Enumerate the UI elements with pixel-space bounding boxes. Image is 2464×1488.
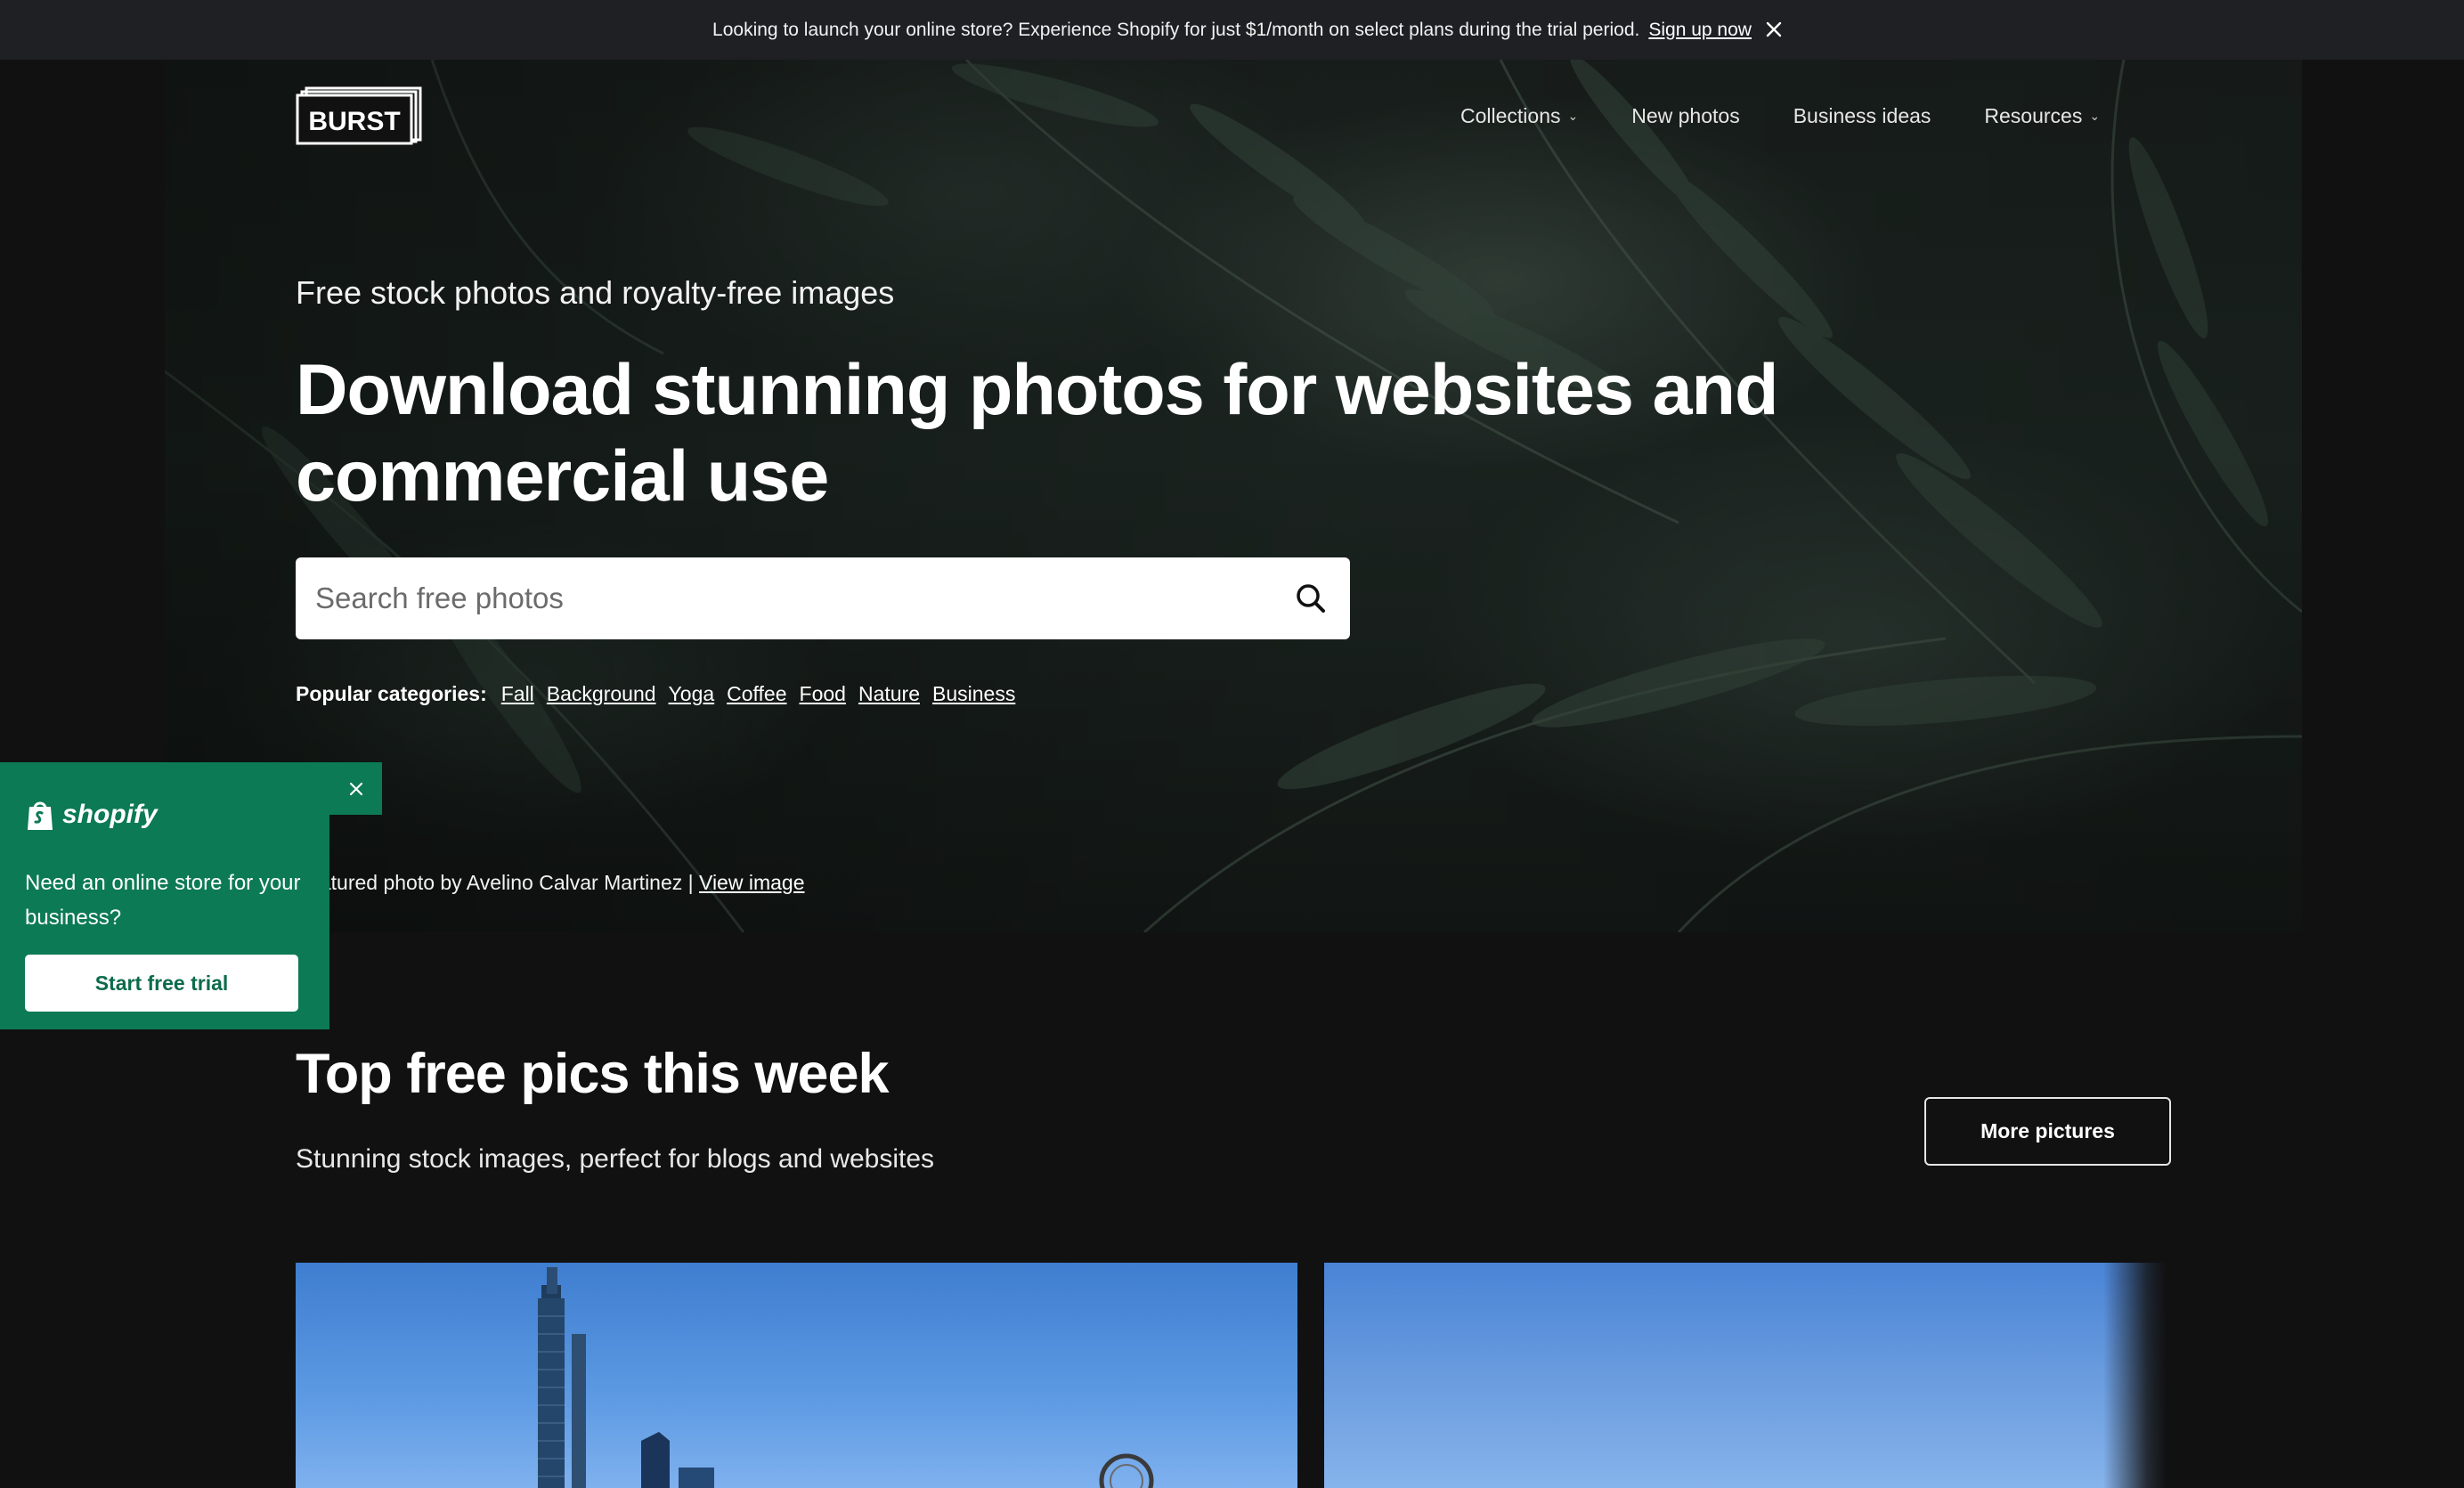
hero-title: Download stunning photos for websites an… [296,350,1778,516]
nav-new-photos-label: New photos [1631,103,1740,127]
shopify-popup-message: Need an online store for your business? [25,871,301,930]
nav-business-ideas[interactable]: Business ideas [1793,104,1931,128]
shopify-popup: shopify Need an online store for your bu… [0,762,329,1029]
photo-thumbnail[interactable] [1324,1263,2166,1488]
search-input[interactable] [313,581,1289,616]
promo-banner-text: Looking to launch your online store? Exp… [712,19,1640,40]
close-icon [349,782,362,795]
chevron-down-icon: ⌄ [1567,108,1579,123]
nav-resources-label: Resources [1984,103,2083,127]
nav-resources[interactable]: Resources ⌄ [1984,104,2100,128]
nav-new-photos[interactable]: New photos [1631,104,1739,128]
category-link-nature[interactable]: Nature [858,682,920,706]
city-skyline-image [538,1267,1154,1488]
category-link-business[interactable]: Business [932,682,1015,706]
photo-edge-shadow [2103,1263,2166,1488]
view-image-link[interactable]: View image [699,871,804,894]
search-bar [296,557,1350,639]
logo-text: BURST [308,107,400,136]
nav-collections-label: Collections [1460,103,1561,127]
photo-thumbnail[interactable] [296,1263,1297,1488]
shopify-popup-close-button[interactable] [329,762,382,815]
burst-logo[interactable]: BURST [296,86,422,145]
search-button[interactable] [1289,577,1332,620]
category-link-background[interactable]: Background [547,682,656,706]
photo-credit: Featured photo by Avelino Calvar Martine… [296,871,805,895]
categories-label: Popular categories: [296,682,487,705]
shopify-logo: shopify [25,798,158,832]
main-nav: Collections ⌄ New photos Business ideas … [1460,100,2100,132]
top-pics-title: Top free pics this week [296,1043,890,1105]
photo-credit-text: Featured photo by Avelino Calvar Martine… [296,871,694,894]
nav-collections[interactable]: Collections ⌄ [1460,104,1578,128]
hero-subtitle: Free stock photos and royalty-free image… [296,274,895,311]
burst-logo-icon: BURST [296,86,422,145]
shopify-logo-text: shopify [62,800,158,829]
top-pics-subtitle: Stunning stock images, perfect for blogs… [296,1144,935,1174]
chevron-down-icon: ⌄ [2089,108,2101,123]
category-link-food[interactable]: Food [800,682,846,706]
category-link-yoga[interactable]: Yoga [669,682,715,706]
search-icon [1297,584,1325,613]
popular-categories: Popular categories: Fall Background Yoga… [296,682,1015,706]
sign-up-link[interactable]: Sign up now [1648,20,1752,41]
category-link-coffee[interactable]: Coffee [727,682,786,706]
nav-business-ideas-label: Business ideas [1793,103,1931,127]
promo-banner: Looking to launch your online store? Exp… [0,0,2464,60]
start-free-trial-button[interactable]: Start free trial [25,955,298,1012]
close-icon [1766,21,1782,37]
more-pictures-button[interactable]: More pictures [1924,1097,2171,1166]
banner-close-button[interactable] [1760,15,1788,44]
category-link-fall[interactable]: Fall [501,682,534,706]
shopify-bag-icon [28,801,53,830]
